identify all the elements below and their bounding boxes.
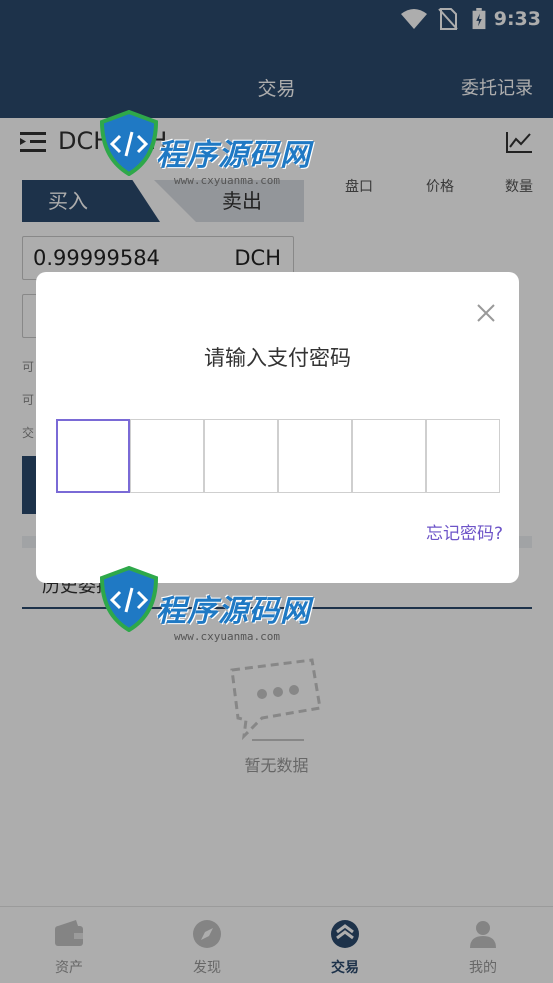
- pin-digit-5[interactable]: [352, 419, 426, 493]
- code-shield-icon: [99, 110, 159, 176]
- pin-input-row[interactable]: [56, 419, 500, 493]
- pin-digit-4[interactable]: [278, 419, 352, 493]
- watermark-top: 程序源码网 www.cxyuanma.com: [98, 100, 338, 210]
- pin-digit-1[interactable]: [56, 419, 130, 493]
- watermark-text: 程序源码网: [156, 138, 311, 173]
- pin-digit-6[interactable]: [426, 419, 500, 493]
- pin-digit-2[interactable]: [130, 419, 204, 493]
- watermark-bottom: 程序源码网 www.cxyuanma.com: [98, 556, 338, 666]
- code-shield-icon: [99, 566, 159, 632]
- close-icon[interactable]: [475, 302, 497, 324]
- watermark-url: www.cxyuanma.com: [174, 174, 280, 187]
- dialog-title: 请输入支付密码: [204, 346, 351, 370]
- forgot-password-link[interactable]: 忘记密码?: [426, 519, 503, 544]
- watermark-text: 程序源码网: [156, 594, 311, 629]
- watermark-url: www.cxyuanma.com: [174, 630, 280, 643]
- pin-digit-3[interactable]: [204, 419, 278, 493]
- payment-password-dialog: 请输入支付密码 忘记密码?: [36, 272, 519, 583]
